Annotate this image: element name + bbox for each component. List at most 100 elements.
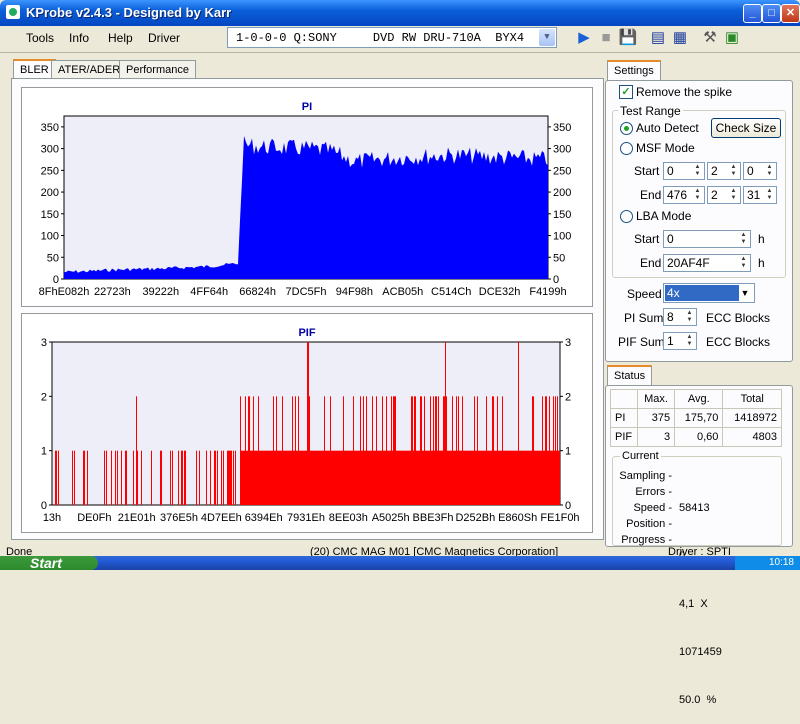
pif-bar xyxy=(484,450,485,505)
tab-ater-ader[interactable]: ATER/ADER xyxy=(51,60,128,79)
table-icon[interactable]: ▦ xyxy=(670,28,690,48)
pif-bar xyxy=(476,450,477,505)
save-icon[interactable]: 💾 xyxy=(618,28,638,48)
tools-icon[interactable]: ⚒ xyxy=(700,28,720,48)
pif-bar xyxy=(361,450,362,505)
pif-bar xyxy=(511,450,512,505)
lba-start-input[interactable]: 0 ▲ ▼ xyxy=(663,230,751,248)
pif-bar xyxy=(474,396,475,505)
pif-bar xyxy=(374,450,375,505)
pif-bar xyxy=(428,450,429,505)
pif-bar xyxy=(354,450,355,505)
pif-bar xyxy=(260,450,261,505)
x-tick-label: D252Bh xyxy=(455,512,495,524)
pif-bar xyxy=(321,450,322,505)
msf-end-frame[interactable]: 31 ▲ ▼ xyxy=(743,186,777,204)
remove-spike-checkbox[interactable]: ✓ xyxy=(619,85,633,99)
check-size-button[interactable]: Check Size xyxy=(711,118,781,138)
pif-bar xyxy=(243,450,244,505)
menu-info[interactable]: Info xyxy=(69,31,89,45)
layout-icon[interactable]: ▤ xyxy=(648,28,668,48)
pif-bar xyxy=(463,450,464,505)
msf-end-sec[interactable]: 2 ▲ ▼ xyxy=(707,186,741,204)
pif-bar xyxy=(254,450,255,505)
pif-bar xyxy=(353,396,354,505)
chart-icon[interactable]: ▣ xyxy=(722,28,742,48)
pif-bar xyxy=(348,450,349,505)
pif-bar xyxy=(549,396,550,505)
pif-bar xyxy=(456,396,457,505)
speed-select[interactable]: 4x ▼ xyxy=(663,283,755,303)
y-tick-label-right: 50 xyxy=(553,252,565,264)
x-tick-label: BBE3Fh xyxy=(413,512,454,524)
pif-bar xyxy=(253,396,254,505)
x-tick-label: F4199h xyxy=(529,286,566,298)
pif-sum-input[interactable]: 1 ▲ ▼ xyxy=(663,332,697,350)
pif-bar xyxy=(486,396,487,505)
pif-bar xyxy=(482,450,483,505)
tab-performance[interactable]: Performance xyxy=(119,60,196,79)
pif-bar xyxy=(269,450,270,505)
pif-bar xyxy=(521,450,522,505)
pif-bar xyxy=(513,450,514,505)
pif-bar xyxy=(308,342,309,505)
msf-mode-radio[interactable] xyxy=(620,142,633,155)
pif-bar xyxy=(366,396,367,505)
msf-start-frame[interactable]: 0 ▲ ▼ xyxy=(743,162,777,180)
auto-detect-radio[interactable] xyxy=(620,122,633,135)
drive-select[interactable]: 1-0-0-0 Q:SONY DVD RW DRU-710A BYX4 ▼ xyxy=(227,27,557,48)
pif-bar xyxy=(221,450,222,505)
pi-sum-input[interactable]: 8 ▲ ▼ xyxy=(663,308,697,326)
pif-bar xyxy=(497,396,498,505)
x-tick-label: 6394Eh xyxy=(245,512,283,524)
pif-bar xyxy=(356,450,357,505)
pif-bar xyxy=(470,450,471,505)
pif-bar xyxy=(461,450,462,505)
play-icon[interactable]: ▶ xyxy=(574,28,594,48)
tab-status[interactable]: Status xyxy=(607,365,653,387)
pif-bar xyxy=(417,450,418,505)
minimize-button[interactable]: _ xyxy=(743,4,762,23)
pif-bar xyxy=(421,396,422,505)
pif-bar xyxy=(351,450,352,505)
menu-help[interactable]: Help xyxy=(108,31,133,45)
pif-bar xyxy=(552,450,553,505)
pif-bar xyxy=(459,450,460,505)
pif-bar xyxy=(252,450,253,505)
tab-settings[interactable]: Settings xyxy=(607,60,661,82)
pif-sum-unit: ECC Blocks xyxy=(706,335,771,349)
pif-bar xyxy=(537,450,538,505)
pif-bar xyxy=(510,450,511,505)
stop-icon[interactable]: ■ xyxy=(596,28,616,48)
pi-sum-unit: ECC Blocks xyxy=(706,311,771,325)
pif-bar xyxy=(56,450,57,505)
lba-mode-radio[interactable] xyxy=(620,210,633,223)
status-bar: Done (20) CMC MAG M01 [CMC Magnetics Cor… xyxy=(0,546,800,556)
menu-driver[interactable]: Driver xyxy=(148,31,180,45)
pif-bar xyxy=(545,396,546,505)
pif-bar xyxy=(355,450,356,505)
pif-bar xyxy=(297,450,298,505)
lba-end-input[interactable]: 20AF4F ▲ ▼ xyxy=(663,254,751,272)
start-button[interactable]: Start xyxy=(0,556,98,570)
pif-bar xyxy=(367,450,368,505)
chevron-down-icon[interactable]: ▼ xyxy=(737,285,753,301)
window-title: KProbe v2.4.3 - Designed by Karr xyxy=(26,5,232,20)
msf-start-min[interactable]: 0 ▲ ▼ xyxy=(663,162,705,180)
close-button[interactable]: ✕ xyxy=(781,4,800,23)
pif-bar xyxy=(357,450,358,505)
pif-bar xyxy=(387,450,388,505)
menu-tools[interactable]: Tools xyxy=(26,31,54,45)
pif-bar xyxy=(481,450,482,505)
maximize-button[interactable]: □ xyxy=(762,4,781,23)
msf-end-min[interactable]: 476 ▲ ▼ xyxy=(663,186,705,204)
msf-start-sec[interactable]: 2 ▲ ▼ xyxy=(707,162,741,180)
chevron-down-icon[interactable]: ▼ xyxy=(539,29,555,46)
pif-bar xyxy=(360,396,361,505)
pif-bar xyxy=(541,450,542,505)
pif-bar xyxy=(395,396,396,505)
x-tick-label: 94F98h xyxy=(336,286,373,298)
pif-bar xyxy=(288,450,289,505)
pif-bar xyxy=(527,450,528,505)
pif-bar xyxy=(244,450,245,505)
